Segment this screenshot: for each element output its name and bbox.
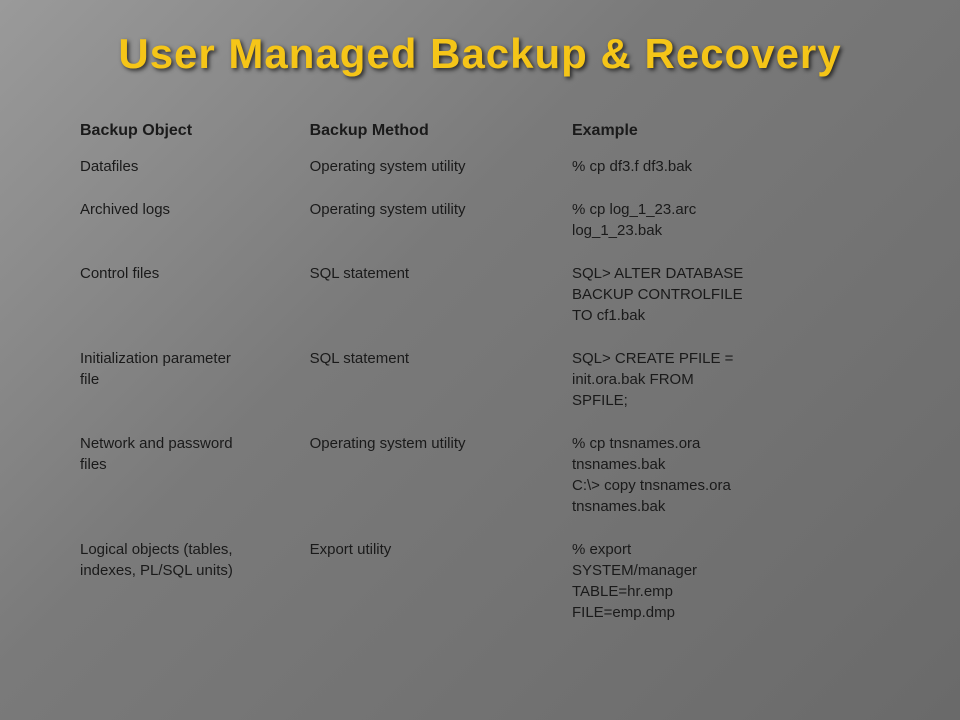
header-example: Example <box>562 118 890 150</box>
cell-method-5: Export utility <box>300 523 562 629</box>
cell-example-4: % cp tnsnames.oratnsnames.bakC:\> copy t… <box>562 417 890 523</box>
cell-method-3: SQL statement <box>300 332 562 417</box>
cell-method-1: Operating system utility <box>300 183 562 247</box>
table-row: Network and passwordfilesOperating syste… <box>70 417 890 523</box>
table-row: Archived logsOperating system utility% c… <box>70 183 890 247</box>
table-row: Control filesSQL statementSQL> ALTER DAT… <box>70 247 890 332</box>
cell-method-0: Operating system utility <box>300 150 562 183</box>
cell-example-3: SQL> CREATE PFILE =init.ora.bak FROMSPFI… <box>562 332 890 417</box>
cell-example-2: SQL> ALTER DATABASEBACKUP CONTROLFILETO … <box>562 247 890 332</box>
cell-example-0: % cp df3.f df3.bak <box>562 150 890 183</box>
cell-method-2: SQL statement <box>300 247 562 332</box>
table-row: DatafilesOperating system utility% cp df… <box>70 150 890 183</box>
backup-table: Backup Object Backup Method Example Data… <box>70 118 890 629</box>
header-object: Backup Object <box>70 118 300 150</box>
table-container: Backup Object Backup Method Example Data… <box>60 118 900 629</box>
cell-object-3: Initialization parameterfile <box>70 332 300 417</box>
header-method: Backup Method <box>300 118 562 150</box>
cell-object-1: Archived logs <box>70 183 300 247</box>
cell-method-4: Operating system utility <box>300 417 562 523</box>
table-row: Logical objects (tables,indexes, PL/SQL … <box>70 523 890 629</box>
cell-object-2: Control files <box>70 247 300 332</box>
cell-object-5: Logical objects (tables,indexes, PL/SQL … <box>70 523 300 629</box>
cell-object-4: Network and passwordfiles <box>70 417 300 523</box>
slide: User Managed Backup & Recovery Backup Ob… <box>0 0 960 720</box>
cell-object-0: Datafiles <box>70 150 300 183</box>
slide-title: User Managed Backup & Recovery <box>60 30 900 78</box>
table-row: Initialization parameterfileSQL statemen… <box>70 332 890 417</box>
cell-example-1: % cp log_1_23.arclog_1_23.bak <box>562 183 890 247</box>
cell-example-5: % exportSYSTEM/managerTABLE=hr.empFILE=e… <box>562 523 890 629</box>
